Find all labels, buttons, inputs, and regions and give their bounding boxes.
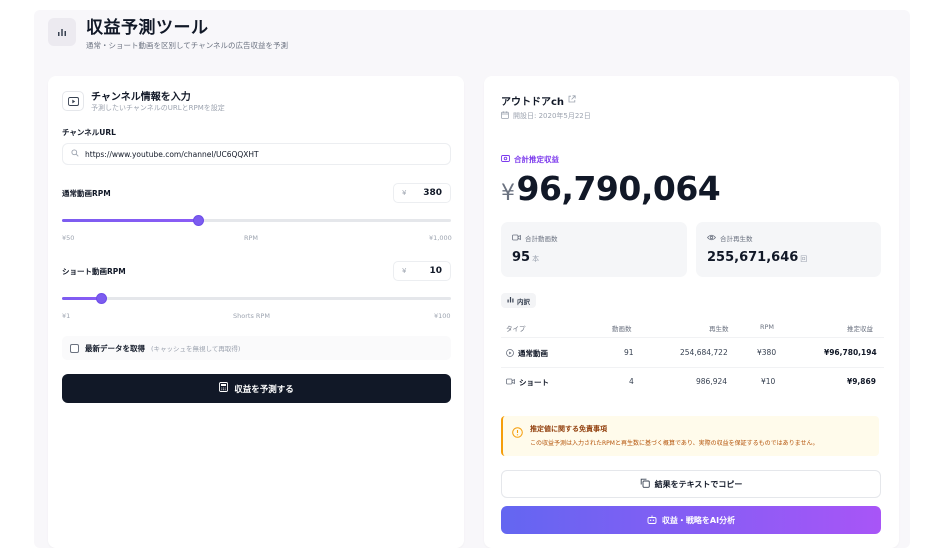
total-views-label: 合計再生数 (706, 233, 753, 243)
channel-url-input[interactable] (85, 149, 425, 159)
refresh-data-checkbox[interactable] (70, 343, 79, 353)
shorts-slider-min: ¥1 (62, 312, 71, 320)
normal-rpm-slider[interactable] (62, 215, 451, 226)
row-views: 986,924 (696, 377, 728, 386)
ai-analysis-label: 収益・戦略をAI分析 (661, 515, 736, 525)
warning-icon (512, 423, 523, 442)
page-title: 収益予測ツール (86, 18, 209, 38)
total-revenue-label: 合計推定収益 (501, 154, 559, 165)
currency-symbol: ¥ (402, 267, 407, 275)
currency-symbol: ¥ (402, 189, 407, 197)
normal-rpm-input[interactable]: ¥ 380 (393, 183, 451, 203)
calculator-icon (219, 382, 229, 395)
result-card: アウトドアch 開設日: 2020年5月22日 合計推定収益 ¥ 96,790,… (484, 76, 899, 548)
normal-slider-mid: RPM (244, 234, 259, 242)
eye-icon (706, 234, 717, 243)
row-rpm: ¥10 (761, 377, 776, 386)
total-videos-label-text: 合計動画数 (525, 235, 558, 243)
breakdown-label: 内訳 (517, 297, 530, 306)
row-rpm: ¥380 (757, 348, 777, 357)
total-revenue-label-text: 合計推定収益 (514, 155, 559, 164)
total-revenue-value: ¥ 96,790,064 (501, 169, 721, 208)
row-type: ショート (519, 378, 549, 387)
normal-rpm-slider-thumb[interactable] (193, 215, 205, 226)
form-title: チャンネル情報を入力 (91, 92, 191, 103)
channel-input-card: チャンネル情報を入力 予測したいチャンネルのURLとRPMを設定 チャンネルUR… (48, 76, 464, 548)
opened-date-text: 開設日: 2020年5月22日 (513, 112, 591, 120)
col-header-rpm: RPM (760, 323, 775, 331)
total-videos-value: 95 本 (512, 250, 539, 265)
predict-revenue-button[interactable]: 収益を予測する (62, 374, 451, 403)
row-count: 4 (629, 377, 634, 386)
total-currency: ¥ (501, 181, 515, 206)
ai-analysis-button[interactable]: 収益・戦略をAI分析 (501, 506, 881, 534)
form-subtitle: 予測したいチャンネルのURLとRPMを設定 (91, 104, 225, 112)
col-header-count: 動画数 (612, 325, 632, 333)
normal-slider-max: ¥1,000 (429, 234, 452, 242)
col-header-revenue: 推定収益 (847, 325, 873, 333)
total-views-number: 255,671,646 (707, 250, 799, 265)
shorts-rpm-slider[interactable] (62, 293, 451, 304)
robot-icon (647, 515, 657, 526)
copy-icon (640, 478, 650, 490)
breakdown-chip: 内訳 (501, 293, 536, 308)
total-revenue-amount: 96,790,064 (516, 169, 721, 208)
row-revenue: ¥9,869 (847, 377, 876, 386)
page-subtitle: 通常・ショート動画を区別してチャンネルの広告収益を予測 (86, 41, 289, 50)
copy-result-button[interactable]: 結果をテキストでコピー (501, 470, 881, 498)
table-row: ショート (506, 377, 549, 388)
total-views-label-text: 合計再生数 (720, 235, 753, 243)
video-camera-icon (512, 234, 521, 243)
table-divider (501, 337, 884, 338)
normal-slider-min: ¥50 (62, 234, 75, 242)
shorts-rpm-input[interactable]: ¥ 10 (393, 261, 451, 281)
row-type: 通常動画 (518, 349, 548, 358)
video-play-icon (62, 91, 84, 111)
shorts-slider-max: ¥100 (434, 312, 451, 320)
copy-result-label: 結果をテキストでコピー (654, 479, 743, 489)
revenue-icon (501, 155, 510, 164)
total-videos-stat: 合計動画数 95 本 (501, 222, 687, 277)
channel-name-link[interactable]: アウトドアch (501, 93, 576, 108)
shorts-rpm-value: 10 (429, 266, 442, 276)
channel-name: アウトドアch (501, 97, 565, 108)
row-views: 254,684,722 (680, 348, 728, 357)
disclaimer-box: 推定値に関する免責事項 この収益予測は入力されたRPMと再生数に基づく概算であり… (501, 416, 879, 456)
channel-url-label: チャンネルURL (62, 128, 116, 137)
table-row: 通常動画 (506, 348, 548, 359)
shorts-rpm-slider-thumb[interactable] (95, 293, 107, 304)
total-videos-number: 95 (512, 250, 531, 265)
bar-chart-icon (48, 18, 76, 46)
total-videos-label: 合計動画数 (512, 233, 558, 243)
total-views-stat: 合計再生数 255,671,646 回 (696, 222, 881, 277)
video-camera-icon (506, 378, 515, 387)
search-icon (71, 149, 79, 159)
total-views-unit: 回 (800, 255, 808, 263)
total-views-value: 255,671,646 回 (707, 250, 807, 265)
refresh-data-option[interactable]: 最新データを取得 (キャッシュを無視して再取得) (62, 336, 451, 360)
channel-url-field[interactable] (62, 143, 451, 165)
row-count: 91 (624, 348, 634, 357)
normal-rpm-label: 通常動画RPM (62, 189, 111, 198)
channel-opened-date: 開設日: 2020年5月22日 (501, 111, 591, 121)
total-videos-unit: 本 (532, 255, 540, 263)
predict-revenue-label: 収益を予測する (234, 384, 294, 395)
shorts-rpm-label: ショート動画RPM (62, 267, 126, 276)
refresh-data-note: (キャッシュを無視して再取得) (151, 345, 241, 353)
col-header-type: タイプ (506, 325, 526, 333)
play-circle-icon (506, 348, 514, 359)
normal-rpm-value: 380 (423, 188, 442, 198)
table-divider (501, 367, 884, 368)
normal-rpm-slider-fill (62, 219, 199, 222)
refresh-data-label: 最新データを取得 (85, 343, 145, 353)
col-header-views: 再生数 (709, 325, 729, 333)
bar-chart-icon (507, 296, 514, 305)
shorts-slider-mid: Shorts RPM (233, 312, 270, 320)
disclaimer-body: この収益予測は入力されたRPMと再生数に基づく概算であり、実際の収益を保証するも… (530, 440, 819, 447)
disclaimer-title: 推定値に関する免責事項 (530, 425, 607, 433)
external-link-icon (568, 95, 576, 106)
row-revenue: ¥96,780,194 (824, 348, 877, 357)
calendar-icon (501, 111, 509, 121)
